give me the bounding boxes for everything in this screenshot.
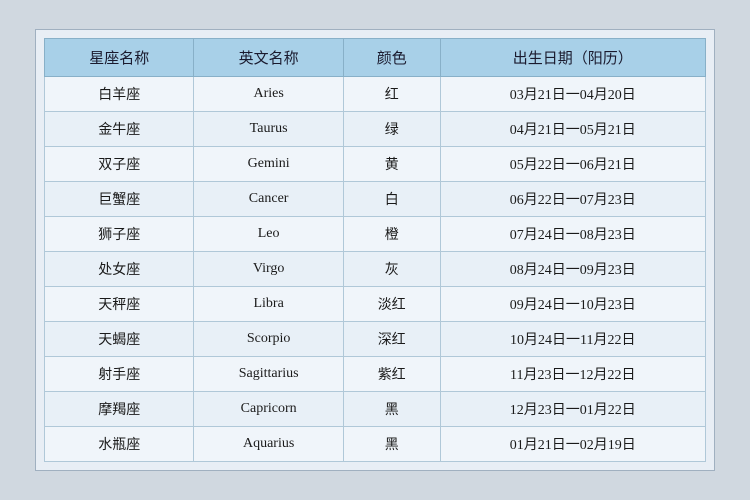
cell-english-name: Aquarius xyxy=(194,427,343,462)
cell-english-name: Leo xyxy=(194,217,343,252)
cell-english-name: Sagittarius xyxy=(194,357,343,392)
zodiac-table-container: 星座名称 英文名称 颜色 出生日期（阳历） 白羊座Aries红03月21日一04… xyxy=(35,29,715,471)
table-row: 白羊座Aries红03月21日一04月20日 xyxy=(45,77,706,112)
cell-dates: 08月24日一09月23日 xyxy=(440,252,705,287)
cell-english-name: Capricorn xyxy=(194,392,343,427)
cell-chinese-name: 摩羯座 xyxy=(45,392,194,427)
table-row: 摩羯座Capricorn黑12月23日一01月22日 xyxy=(45,392,706,427)
cell-color: 紫红 xyxy=(343,357,440,392)
cell-chinese-name: 水瓶座 xyxy=(45,427,194,462)
table-header-row: 星座名称 英文名称 颜色 出生日期（阳历） xyxy=(45,39,706,77)
cell-chinese-name: 巨蟹座 xyxy=(45,182,194,217)
cell-color: 淡红 xyxy=(343,287,440,322)
cell-dates: 06月22日一07月23日 xyxy=(440,182,705,217)
cell-dates: 12月23日一01月22日 xyxy=(440,392,705,427)
header-color: 颜色 xyxy=(343,39,440,77)
cell-chinese-name: 白羊座 xyxy=(45,77,194,112)
cell-dates: 05月22日一06月21日 xyxy=(440,147,705,182)
cell-dates: 10月24日一11月22日 xyxy=(440,322,705,357)
cell-chinese-name: 双子座 xyxy=(45,147,194,182)
cell-chinese-name: 狮子座 xyxy=(45,217,194,252)
cell-dates: 03月21日一04月20日 xyxy=(440,77,705,112)
cell-color: 黑 xyxy=(343,392,440,427)
cell-chinese-name: 处女座 xyxy=(45,252,194,287)
cell-dates: 11月23日一12月22日 xyxy=(440,357,705,392)
table-body: 白羊座Aries红03月21日一04月20日金牛座Taurus绿04月21日一0… xyxy=(45,77,706,462)
cell-dates: 04月21日一05月21日 xyxy=(440,112,705,147)
cell-color: 绿 xyxy=(343,112,440,147)
cell-color: 深红 xyxy=(343,322,440,357)
table-row: 天秤座Libra淡红09月24日一10月23日 xyxy=(45,287,706,322)
cell-dates: 09月24日一10月23日 xyxy=(440,287,705,322)
table-row: 处女座Virgo灰08月24日一09月23日 xyxy=(45,252,706,287)
table-row: 金牛座Taurus绿04月21日一05月21日 xyxy=(45,112,706,147)
table-row: 天蝎座Scorpio深红10月24日一11月22日 xyxy=(45,322,706,357)
cell-chinese-name: 天蝎座 xyxy=(45,322,194,357)
header-dates: 出生日期（阳历） xyxy=(440,39,705,77)
cell-color: 橙 xyxy=(343,217,440,252)
cell-chinese-name: 天秤座 xyxy=(45,287,194,322)
cell-english-name: Taurus xyxy=(194,112,343,147)
cell-english-name: Gemini xyxy=(194,147,343,182)
cell-color: 黑 xyxy=(343,427,440,462)
cell-color: 灰 xyxy=(343,252,440,287)
cell-color: 红 xyxy=(343,77,440,112)
table-row: 水瓶座Aquarius黑01月21日一02月19日 xyxy=(45,427,706,462)
header-english-name: 英文名称 xyxy=(194,39,343,77)
zodiac-table: 星座名称 英文名称 颜色 出生日期（阳历） 白羊座Aries红03月21日一04… xyxy=(44,38,706,462)
table-row: 狮子座Leo橙07月24日一08月23日 xyxy=(45,217,706,252)
header-chinese-name: 星座名称 xyxy=(45,39,194,77)
cell-english-name: Aries xyxy=(194,77,343,112)
cell-dates: 07月24日一08月23日 xyxy=(440,217,705,252)
cell-english-name: Cancer xyxy=(194,182,343,217)
cell-chinese-name: 金牛座 xyxy=(45,112,194,147)
cell-color: 黄 xyxy=(343,147,440,182)
cell-english-name: Scorpio xyxy=(194,322,343,357)
table-row: 巨蟹座Cancer白06月22日一07月23日 xyxy=(45,182,706,217)
cell-chinese-name: 射手座 xyxy=(45,357,194,392)
table-row: 射手座Sagittarius紫红11月23日一12月22日 xyxy=(45,357,706,392)
cell-dates: 01月21日一02月19日 xyxy=(440,427,705,462)
cell-english-name: Virgo xyxy=(194,252,343,287)
cell-color: 白 xyxy=(343,182,440,217)
table-row: 双子座Gemini黄05月22日一06月21日 xyxy=(45,147,706,182)
cell-english-name: Libra xyxy=(194,287,343,322)
